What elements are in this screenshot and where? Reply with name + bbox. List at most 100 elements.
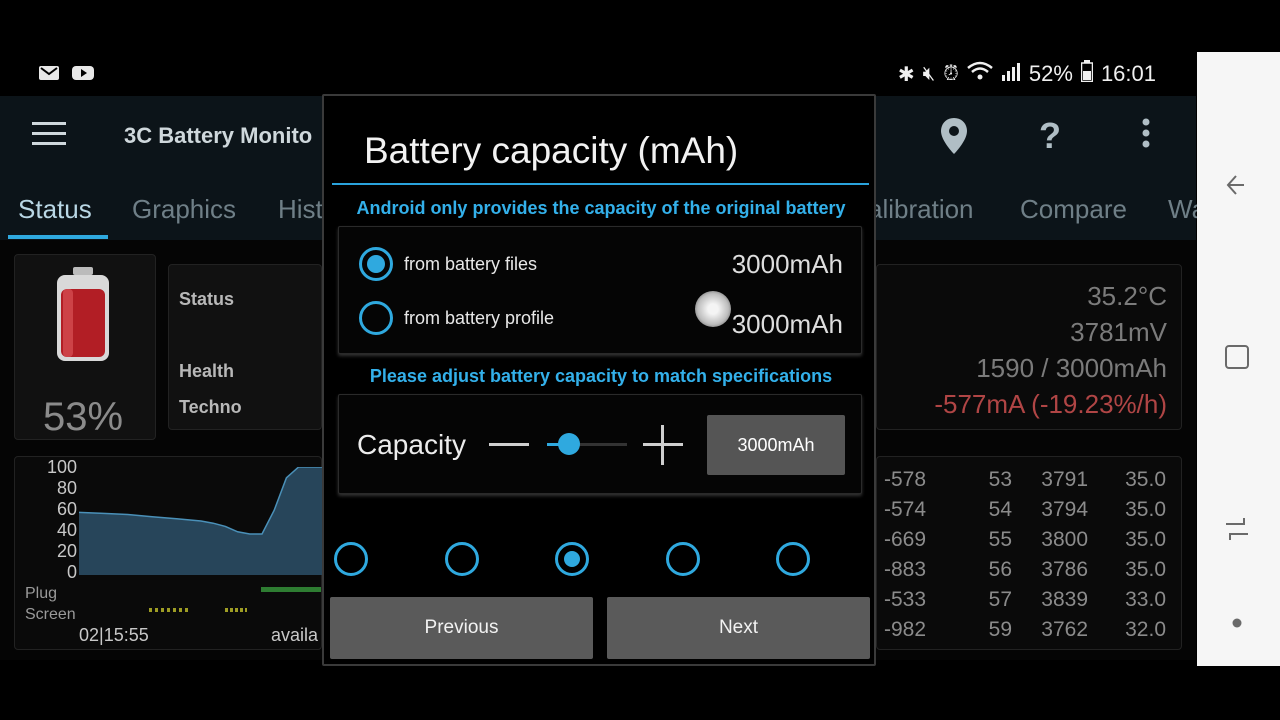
table-cell: 3762	[1041, 618, 1088, 641]
legend-plug: Plug	[25, 585, 58, 602]
signal-icon	[1001, 61, 1021, 87]
tab-calibration[interactable]: alibration	[868, 194, 974, 225]
table-cell: -533	[884, 588, 927, 611]
tab-status[interactable]: Status	[18, 194, 92, 225]
table-cell: 56	[988, 558, 1012, 581]
tab-graphics[interactable]: Graphics	[132, 194, 236, 225]
info-adjust-capacity: Please adjust battery capacity to match …	[369, 366, 833, 386]
increase-button-vertical[interactable]	[661, 425, 664, 465]
screen-bar	[149, 608, 189, 612]
table-row: -574 54 3794 35.0	[884, 498, 1174, 528]
table-cell: -574	[884, 498, 927, 521]
label-health: Health	[179, 361, 235, 381]
home-dot-icon[interactable]	[1219, 608, 1255, 644]
x-label-start: 02|15:55	[79, 625, 149, 645]
table-cell: 35.0	[1125, 498, 1166, 521]
youtube-icon	[72, 64, 94, 82]
table-cell: 53	[988, 468, 1012, 491]
slider-thumb[interactable]	[557, 433, 580, 455]
battery-icon	[1080, 60, 1094, 88]
legend-screen: Screen	[25, 606, 76, 623]
table-cell: -578	[884, 468, 927, 491]
table-cell: -982	[884, 618, 927, 641]
menu-icon[interactable]	[32, 122, 66, 146]
option-label[interactable]: from battery profile	[404, 308, 554, 329]
battery-percent-large: 53%	[43, 395, 124, 439]
battery-image	[57, 267, 109, 361]
status-bar: ✱ 🔇︎ ⏰︎ 52% 16:01	[0, 52, 1196, 96]
battery-percent: 52%	[1028, 61, 1073, 86]
page-dot[interactable]	[555, 542, 589, 576]
page-dot[interactable]	[776, 542, 810, 576]
table-cell: 3800	[1041, 528, 1088, 551]
label-techno: Techno	[179, 397, 242, 417]
voltage-value: 3781mV	[1070, 317, 1167, 347]
table-row: -669 55 3800 35.0	[884, 528, 1174, 558]
back-icon[interactable]	[1219, 170, 1255, 206]
bluetooth-icon: ✱	[897, 63, 915, 86]
table-cell: 35.0	[1125, 558, 1166, 581]
y-tick: 60	[56, 499, 77, 519]
readings-card: 35.2°C 3781mV 1590 / 3000mAh -577mA (-19…	[876, 264, 1182, 430]
battery-level-chart	[79, 467, 323, 575]
current-value: -577mA (-19.23%/h)	[934, 389, 1167, 419]
page-dot[interactable]	[334, 542, 368, 576]
table-cell: 32.0	[1125, 618, 1166, 641]
tab-compare[interactable]: Compare	[1020, 194, 1127, 225]
capacity-adjust-group: Capacity 3000mAh	[338, 394, 862, 494]
wifi-icon	[967, 61, 993, 87]
label-status: Status	[179, 289, 235, 309]
dialog-title: Battery capacity (mAh)	[364, 130, 739, 171]
screen-bar	[225, 608, 247, 612]
table-row: -578 53 3791 35.0	[884, 468, 1174, 498]
next-button[interactable]: Next	[607, 597, 870, 659]
touch-indicator	[695, 291, 731, 327]
info-original-capacity: Android only provides the capacity of th…	[356, 198, 846, 218]
location-icon[interactable]	[934, 116, 974, 156]
decrease-button[interactable]	[489, 443, 529, 446]
y-tick: 80	[56, 478, 77, 498]
option-value: 3000mAh	[731, 309, 843, 339]
page-dot[interactable]	[665, 542, 700, 576]
clock: 16:01	[1100, 61, 1156, 86]
table-cell: 55	[988, 528, 1012, 551]
x-label-mid: availa	[271, 625, 319, 645]
table-row: -883 56 3786 35.0	[884, 558, 1174, 588]
plug-bar	[261, 587, 321, 592]
graph-card: 100 80 60 40 20 0 Plug Screen 02|15:55 a…	[14, 456, 323, 650]
y-tick: 100	[46, 457, 77, 477]
alarm-icon: ⏰︎	[943, 62, 959, 85]
option-label[interactable]: from battery files	[404, 254, 537, 275]
table-cell: 35.0	[1125, 528, 1166, 551]
table-row: -533 57 3839 33.0	[884, 588, 1174, 618]
table-cell: 33.0	[1125, 588, 1166, 611]
recents-icon[interactable]	[1219, 342, 1255, 378]
app-title: 3C Battery Monito	[124, 123, 313, 148]
table-cell: 3794	[1041, 498, 1088, 521]
option-value: 3000mAh	[731, 249, 843, 279]
temperature-value: 35.2°C	[1087, 281, 1167, 311]
radio-battery-profile[interactable]	[359, 301, 393, 335]
gmail-icon	[38, 64, 60, 82]
tab-history[interactable]: Hist	[278, 194, 323, 225]
mute-icon: 🔇︎	[922, 62, 936, 85]
capacity-source-group: from battery files 3000mAh from battery …	[338, 226, 862, 354]
table-row: -982 59 3762 32.0	[884, 618, 1174, 648]
switch-icon[interactable]	[1219, 514, 1255, 550]
radio-battery-files[interactable]	[359, 247, 393, 281]
y-tick: 20	[56, 541, 77, 561]
title-divider	[332, 183, 869, 185]
table-cell: -883	[884, 558, 927, 581]
table-cell: 54	[988, 498, 1012, 521]
info-card: Status Health Techno	[168, 264, 322, 430]
table-cell: 59	[988, 618, 1012, 641]
capacity-value: 1590 / 3000mAh	[976, 353, 1167, 383]
capacity-value-button[interactable]: 3000mAh	[707, 415, 845, 475]
battery-card: 53%	[14, 254, 156, 440]
previous-button[interactable]: Previous	[330, 597, 593, 659]
help-icon[interactable]: ?	[1030, 116, 1070, 156]
table-cell: -669	[884, 528, 927, 551]
page-dot[interactable]	[444, 542, 479, 576]
table-cell: 3786	[1041, 558, 1088, 581]
overflow-icon[interactable]	[1126, 116, 1166, 156]
